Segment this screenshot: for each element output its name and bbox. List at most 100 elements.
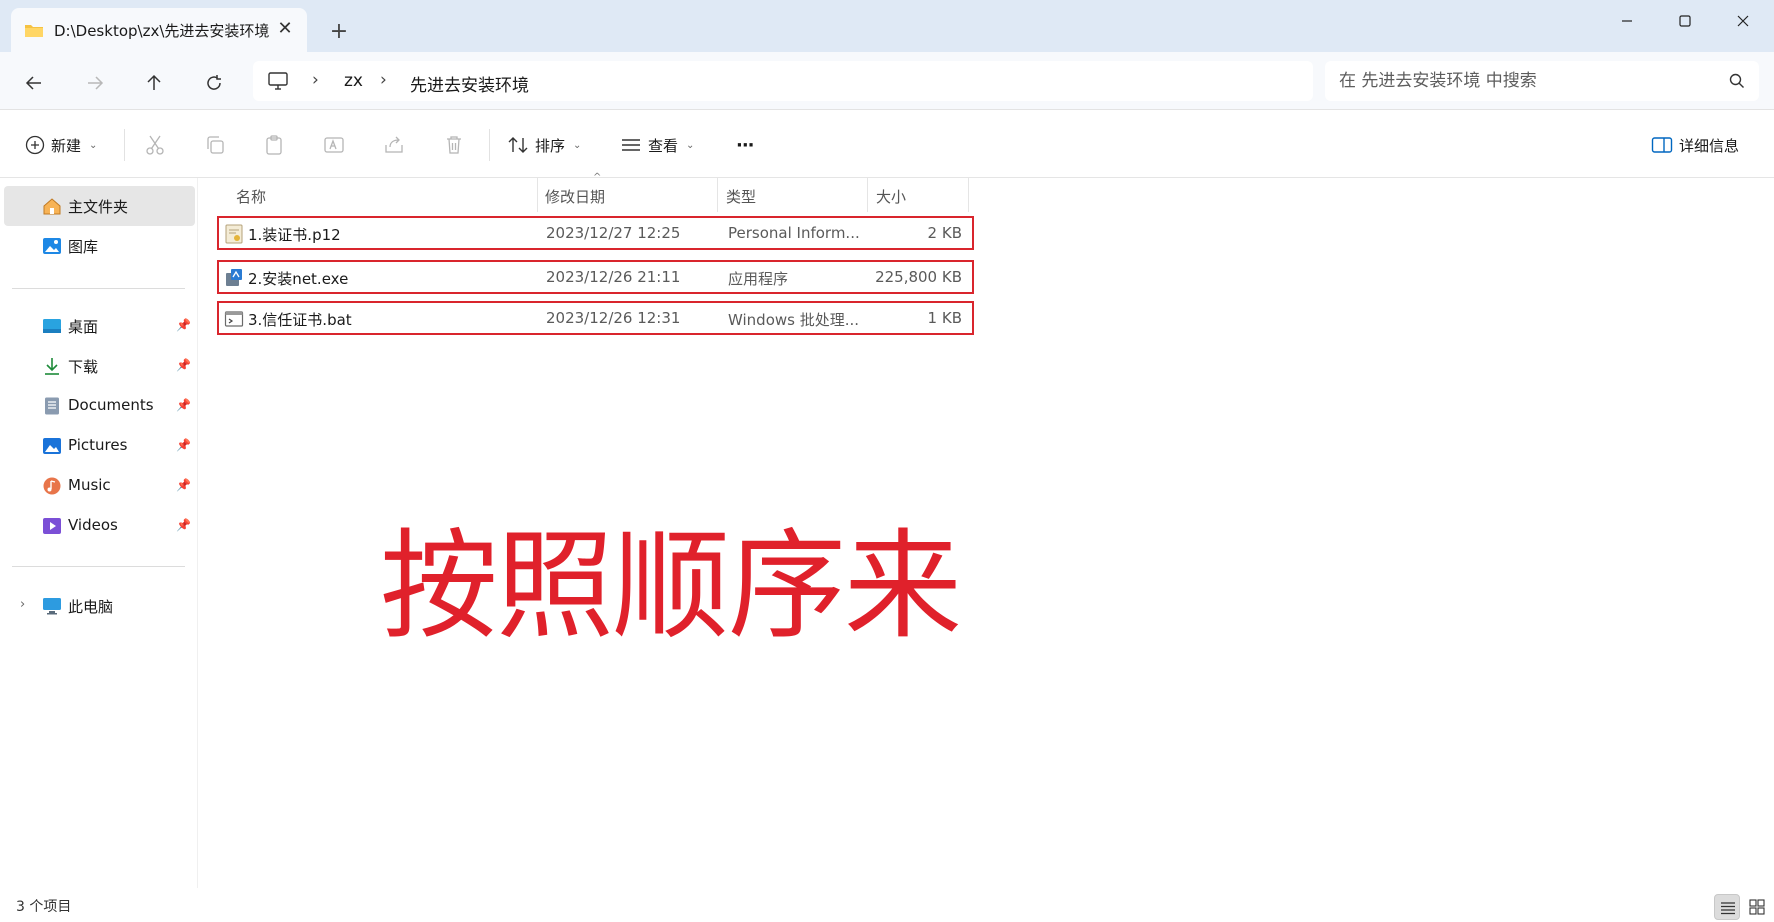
close-icon [1737,15,1749,27]
maximize-button[interactable] [1662,6,1708,36]
chevron-right-icon[interactable]: › [20,597,25,612]
column-divider[interactable] [867,178,868,212]
more-options-button[interactable]: ··· [736,131,754,159]
column-divider[interactable] [968,178,969,212]
minimize-button[interactable] [1604,6,1650,36]
sidebar-item-desktop[interactable]: 桌面 📌 [4,306,195,346]
file-type: Windows 批处理... [728,311,860,329]
sidebar-item-home[interactable]: 主文件夹 [4,186,195,226]
music-icon [43,477,61,495]
pin-icon[interactable]: 📌 [176,438,191,452]
pin-icon[interactable]: 📌 [176,478,191,492]
address-bar[interactable]: › zx › 先进去安装环境 [253,61,1313,101]
chevron-down-icon: ⌄ [573,139,582,151]
paste-icon[interactable] [262,133,286,157]
new-tab-button[interactable]: + [325,18,353,46]
file-name: 1.装证书.p12 [248,226,341,244]
copy-icon[interactable] [203,133,227,157]
sidebar-item-label: Music [68,476,111,494]
details-view-button[interactable] [1714,894,1740,920]
pin-icon[interactable]: 📌 [176,358,191,372]
pin-icon[interactable]: 📌 [176,518,191,532]
column-divider[interactable] [537,178,538,212]
sidebar-item-music[interactable]: Music 📌 [4,466,195,506]
sidebar-item-this-pc[interactable]: › 此电脑 [4,586,195,626]
file-date: 2023/12/26 12:31 [546,309,681,327]
details-label: 详细信息 [1679,136,1740,155]
arrow-right-icon [88,76,104,90]
search-box[interactable] [1325,61,1759,101]
forward-button[interactable] [80,68,110,98]
sidebar-item-downloads[interactable]: 下载 📌 [4,346,195,386]
sidebar-divider [12,566,185,567]
share-icon[interactable] [382,133,406,157]
details-view-icon [1721,902,1735,915]
breadcrumb-separator[interactable]: › [312,70,319,90]
view-label: 查看 [648,136,679,155]
documents-icon [45,397,59,415]
sort-button[interactable]: 排序 ⌄ [507,131,581,159]
column-header-size[interactable]: 大小 [876,186,906,207]
pictures-icon [43,438,61,454]
download-icon [45,358,59,375]
tab-title: D:\Desktop\zx\先进去安装环境 [54,22,270,40]
sort-icon [508,137,528,153]
details-pane-button[interactable]: 详细信息 [1651,131,1739,159]
sidebar-item-videos[interactable]: Videos 📌 [4,506,195,546]
tab-close-button[interactable]: ✕ [274,18,296,40]
refresh-button[interactable] [199,68,229,98]
file-size: 2 KB [927,224,962,242]
sort-label: 排序 [535,136,566,155]
sidebar-item-label: 图库 [68,238,99,256]
sidebar-item-label: 桌面 [68,318,99,336]
arrow-up-icon [147,74,161,90]
file-date: 2023/12/26 21:11 [546,268,681,286]
new-button[interactable]: 新建 ⌄ [25,131,97,159]
breadcrumb-current-folder[interactable]: 先进去安装环境 [410,71,529,96]
file-date: 2023/12/27 12:25 [546,224,681,242]
column-header-type[interactable]: 类型 [726,186,756,207]
file-row[interactable]: 2.安装net.exe 2023/12/26 21:11 应用程序 225,80… [217,260,974,294]
divider [489,129,490,161]
sidebar-item-label: 下载 [68,358,99,376]
navigation-pane: 主文件夹 图库 桌面 📌 下载 📌 Documents 📌 Pictures 📌… [0,178,198,888]
batch-file-icon [224,311,244,327]
navigation-bar: › zx › 先进去安装环境 [0,52,1774,110]
rename-icon[interactable] [322,133,346,157]
sidebar-item-documents[interactable]: Documents 📌 [4,386,195,426]
sort-ascending-icon: ^ [593,172,602,183]
status-bar: 3 个项目 [0,888,1774,922]
column-header-row: ^ 名称 修改日期 类型 大小 [215,172,970,212]
sidebar-item-gallery[interactable]: 图库 [4,226,195,266]
title-bar: D:\Desktop\zx\先进去安装环境 ✕ + [0,0,1774,52]
sidebar-item-label: Pictures [68,436,128,454]
column-header-date[interactable]: 修改日期 [545,186,605,207]
view-list-icon [622,139,640,151]
file-row[interactable]: 1.装证书.p12 2023/12/27 12:25 Personal Info… [217,216,974,250]
command-bar: 新建 ⌄ 排序 ⌄ 查看 ⌄ ··· 详细信息 [0,111,1774,178]
view-button[interactable]: 查看 ⌄ [620,131,694,159]
back-button[interactable] [19,68,49,98]
pin-icon[interactable]: 📌 [176,318,191,332]
sidebar-item-label: Videos [68,516,118,534]
file-name: 2.安装net.exe [248,270,349,288]
delete-icon[interactable] [442,133,466,157]
breadcrumb-separator[interactable]: › [380,70,387,90]
sidebar-item-pictures[interactable]: Pictures 📌 [4,426,195,466]
column-divider[interactable] [717,178,718,212]
search-input[interactable] [1339,69,1699,93]
item-count: 3 个项目 [16,899,72,915]
sidebar-item-label: Documents [68,396,154,414]
this-pc-icon [43,598,61,615]
pin-icon[interactable]: 📌 [176,398,191,412]
breadcrumb-zx[interactable]: zx [344,71,363,91]
tab-current-folder[interactable]: D:\Desktop\zx\先进去安装环境 ✕ [11,8,307,52]
up-button[interactable] [139,68,169,98]
desktop-icon [43,319,61,333]
file-row[interactable]: 3.信任证书.bat 2023/12/26 12:31 Windows 批处理.… [217,301,974,335]
arrow-left-icon [25,76,41,90]
cut-icon[interactable] [143,133,167,157]
close-window-button[interactable] [1720,6,1766,36]
tiles-view-button[interactable] [1744,894,1770,920]
column-header-name[interactable]: 名称 [236,186,266,207]
